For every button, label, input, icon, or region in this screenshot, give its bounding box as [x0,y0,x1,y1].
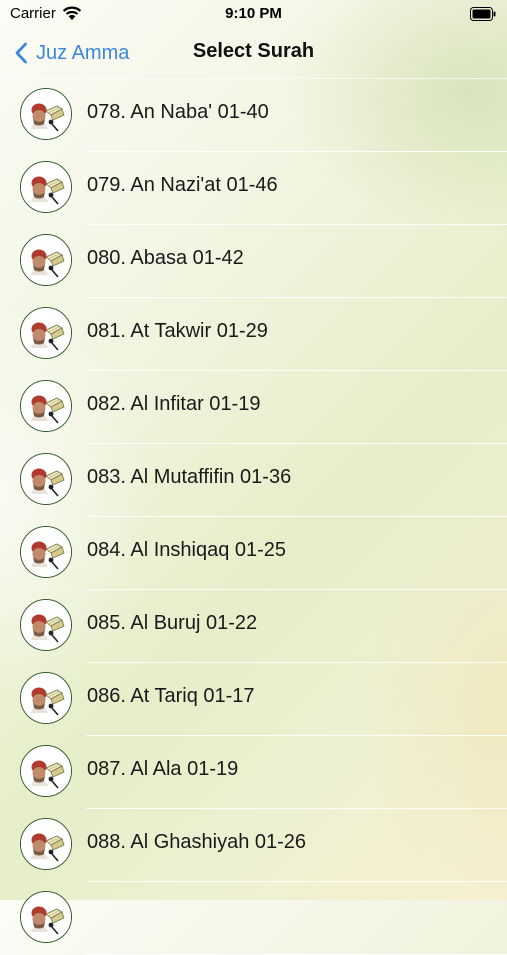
surah-list-item[interactable]: 078. An Naba' 01-40 [0,79,507,152]
surah-label: 078. An Naba' 01-40 [87,101,269,123]
surah-label: 086. At Tariq 01-17 [87,685,255,707]
status-bar: Carrier 9:10 PM [0,0,507,28]
reciter-with-quran-icon [21,308,71,358]
surah-list-item[interactable] [0,882,507,955]
surah-label: 082. Al Infitar 01-19 [87,393,261,415]
reciter-thumbnail [20,672,72,724]
reciter-thumbnail [20,745,72,797]
surah-list-item[interactable]: 079. An Nazi'at 01-46 [0,152,507,225]
navigation-bar: Juz Amma Select Surah [0,28,507,78]
surah-list-item[interactable]: 081. At Takwir 01-29 [0,298,507,371]
surah-label: 083. Al Mutaffifin 01-36 [87,466,292,488]
reciter-with-quran-icon [21,746,71,796]
reciter-thumbnail [20,307,72,359]
reciter-with-quran-icon [21,381,71,431]
reciter-thumbnail [20,234,72,286]
reciter-with-quran-icon [21,527,71,577]
battery-icon [470,7,496,21]
reciter-thumbnail [20,526,72,578]
surah-label: 079. An Nazi'at 01-46 [87,174,278,196]
reciter-thumbnail [20,453,72,505]
reciter-with-quran-icon [21,600,71,650]
page-title: Select Surah [192,40,315,62]
reciter-thumbnail [20,891,72,943]
surah-list-item[interactable]: 083. Al Mutaffifin 01-36 [0,444,507,517]
reciter-with-quran-icon [21,673,71,723]
surah-label: 081. At Takwir 01-29 [87,320,268,342]
reciter-with-quran-icon [21,454,71,504]
reciter-thumbnail [20,161,72,213]
surah-list-item[interactable]: 087. Al Ala 01-19 [0,736,507,809]
reciter-with-quran-icon [21,235,71,285]
reciter-thumbnail [20,599,72,651]
surah-list-item[interactable]: 082. Al Infitar 01-19 [0,371,507,444]
reciter-thumbnail [20,818,72,870]
surah-list: 078. An Naba' 01-40 079. An Nazi'at 01-4… [0,79,507,955]
reciter-thumbnail [20,88,72,140]
surah-label: 088. Al Ghashiyah 01-26 [87,831,307,853]
reciter-thumbnail [20,380,72,432]
surah-list-item[interactable]: 088. Al Ghashiyah 01-26 [0,809,507,882]
surah-label: 084. Al Inshiqaq 01-25 [87,539,287,561]
reciter-with-quran-icon [21,89,71,139]
surah-list-item[interactable]: 086. At Tariq 01-17 [0,663,507,736]
surah-label: 080. Abasa 01-42 [87,247,244,269]
surah-list-item[interactable]: 080. Abasa 01-42 [0,225,507,298]
surah-label: 087. Al Ala 01-19 [87,758,239,780]
surah-list-item[interactable]: 084. Al Inshiqaq 01-25 [0,517,507,590]
surah-list-item[interactable]: 085. Al Buruj 01-22 [0,590,507,663]
status-time: 9:10 PM [225,5,282,22]
reciter-with-quran-icon [21,819,71,869]
surah-label: 085. Al Buruj 01-22 [87,612,258,634]
reciter-with-quran-icon [21,162,71,212]
